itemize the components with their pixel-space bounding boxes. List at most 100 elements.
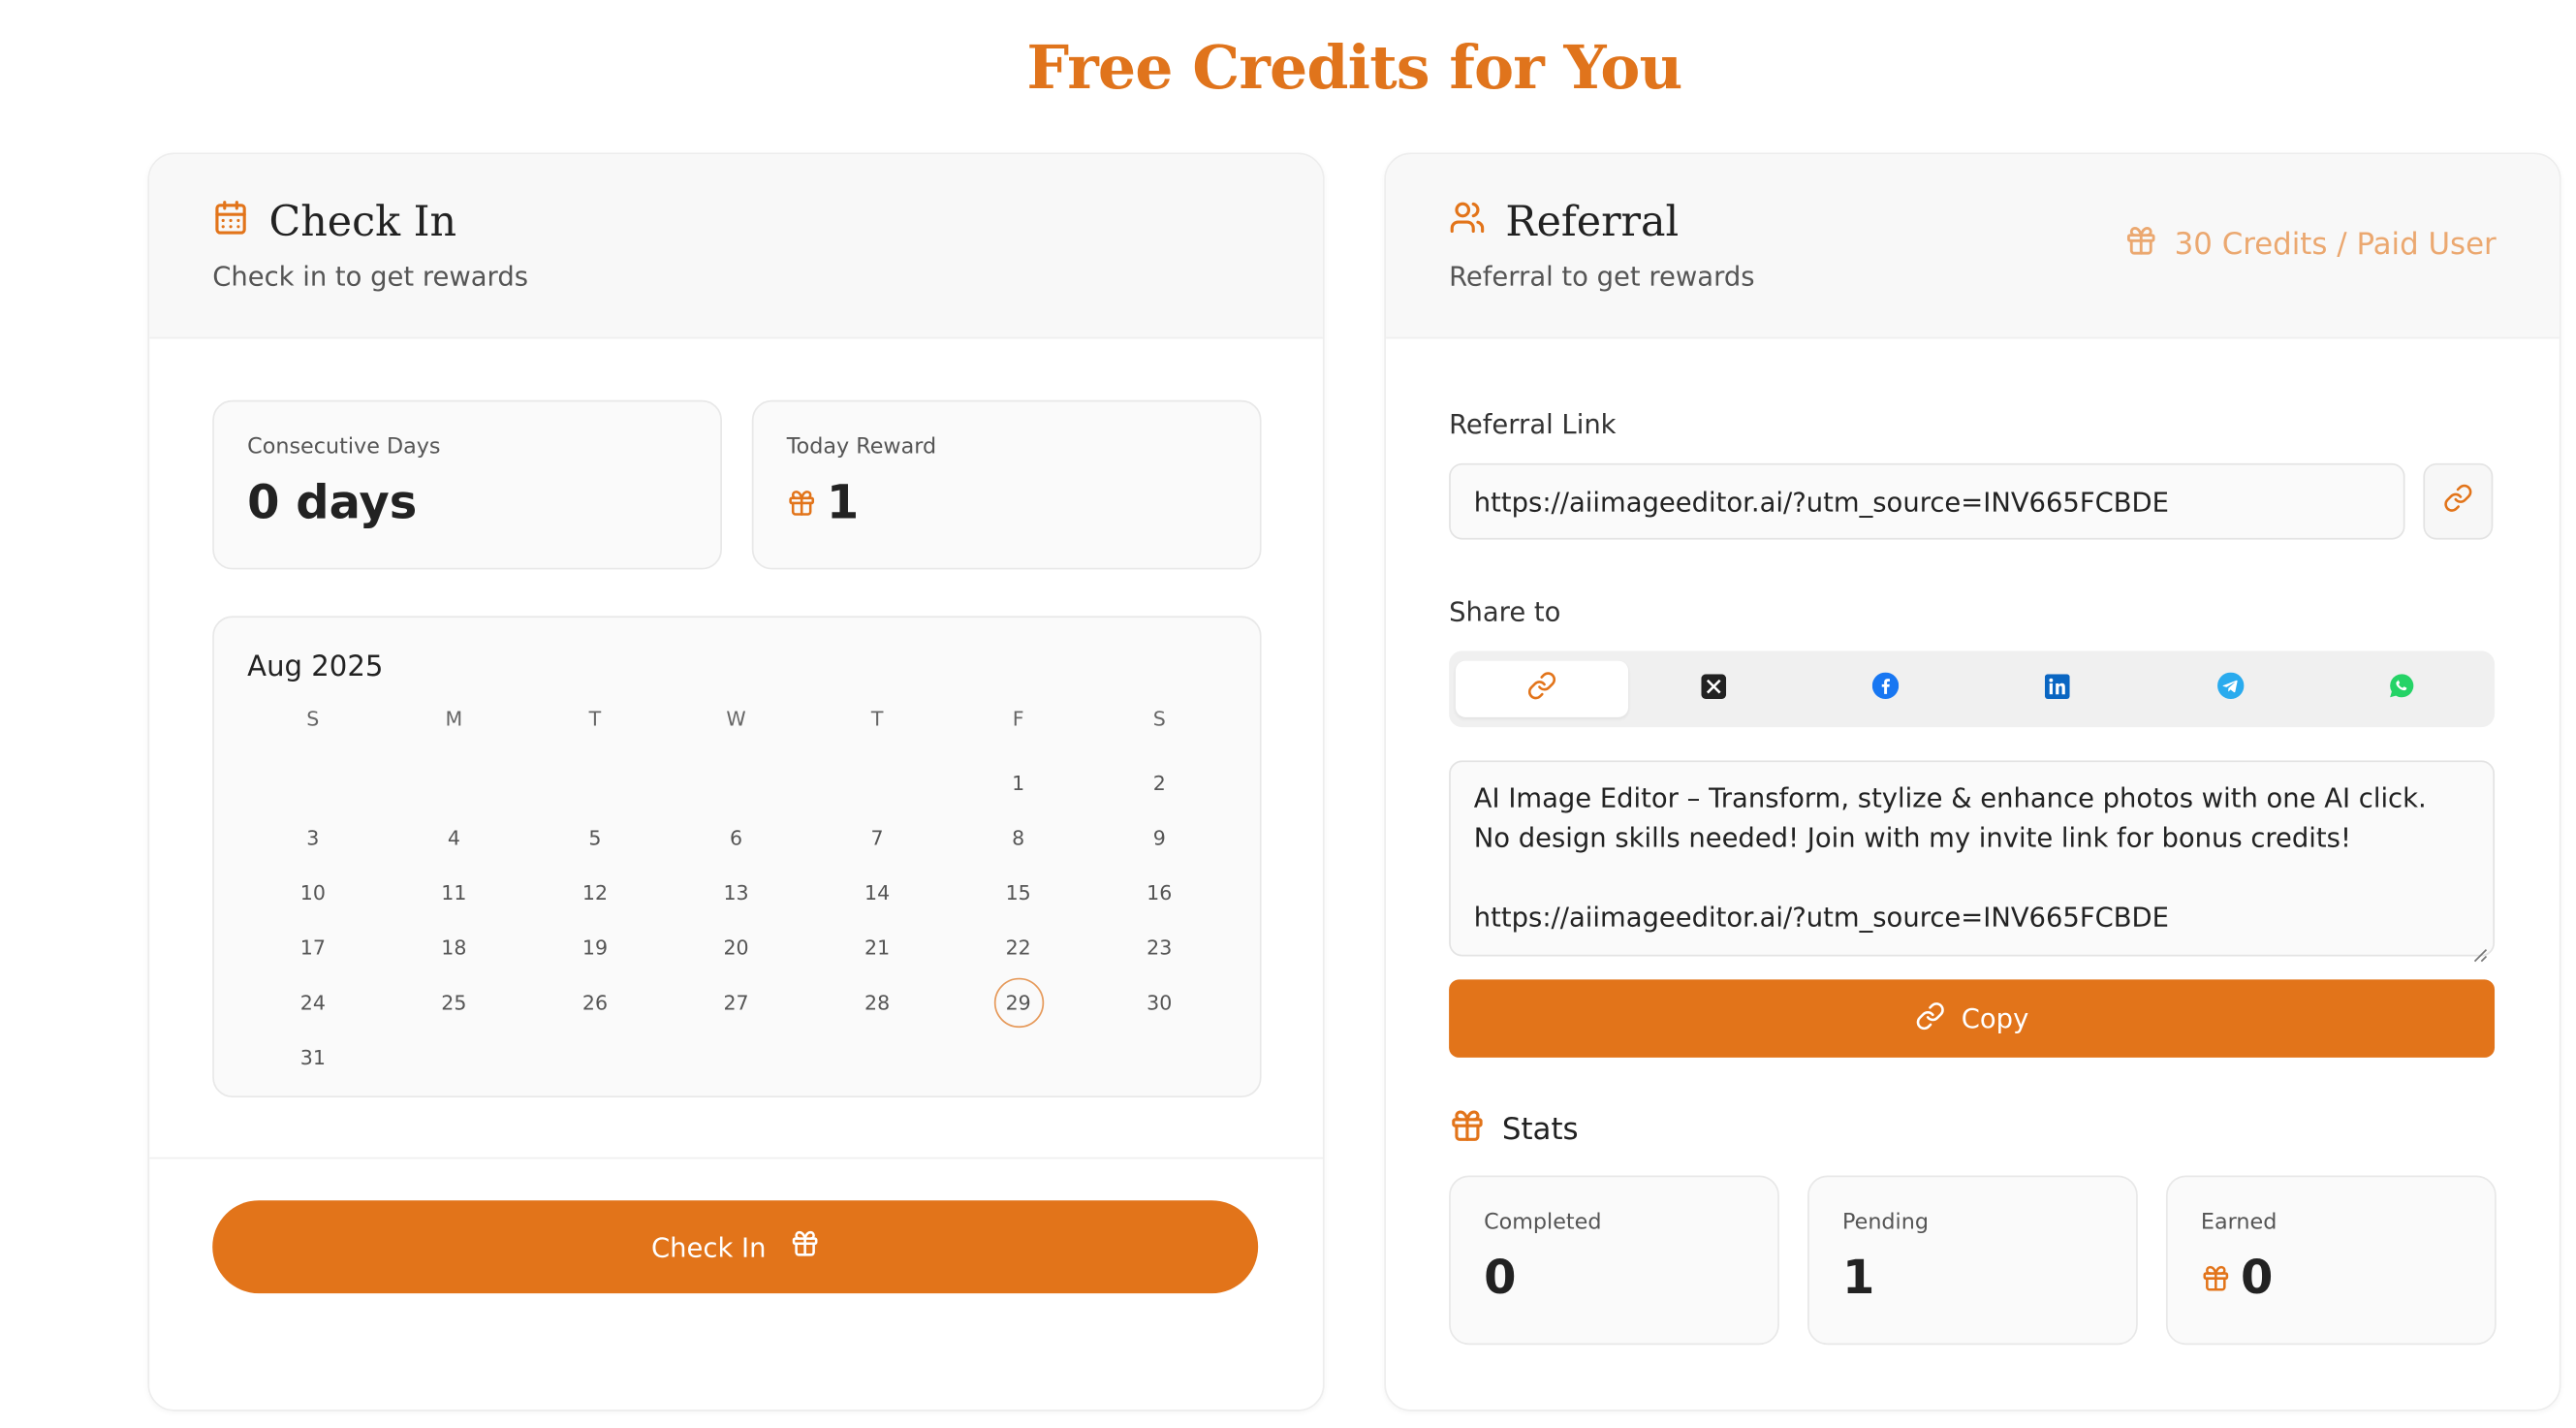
calendar-day: 5 <box>588 826 602 849</box>
calendar-day: 4 <box>447 826 460 849</box>
calendar-weekday: S <box>1152 707 1166 731</box>
referral-link-label: Referral Link <box>1449 408 1617 440</box>
checkin-title: Check In <box>268 197 457 246</box>
gift-icon <box>787 475 817 530</box>
gift-icon <box>789 1228 819 1265</box>
calendar-weekday: M <box>445 707 463 731</box>
earned-label: Earned <box>2200 1210 2278 1236</box>
divider <box>149 1157 1323 1159</box>
calendar-day: 28 <box>864 990 891 1014</box>
calendar-day-today: 29 <box>948 974 1089 1030</box>
calendar-empty-cell <box>242 755 384 810</box>
calendar-weekday: W <box>726 707 746 731</box>
calendar: Aug 2025 S M T W T F S 1 2 3 4 5 6 7 8 9 10 11 12 13 14 15 16 1… <box>212 616 1262 1098</box>
referral-title: Referral <box>1505 197 1680 246</box>
calendar-day: 8 <box>1012 826 1025 849</box>
stats-heading: Stats <box>1449 1107 1579 1152</box>
gift-icon <box>2201 1251 2231 1306</box>
calendar-day: 16 <box>1147 880 1173 904</box>
telegram-icon <box>2216 672 2244 706</box>
share-tab-facebook[interactable] <box>1800 661 1972 717</box>
calendar-day: 31 <box>299 1045 326 1069</box>
checkin-card-header: Check In Check in to get rewards <box>149 154 1323 339</box>
checkin-card: Check In Check in to get rewards Consecu… <box>147 152 1325 1412</box>
pending-stat-box: Pending 1 <box>1807 1175 2138 1346</box>
calendar-day: 20 <box>723 936 749 960</box>
link-icon <box>2443 483 2473 520</box>
share-tab-telegram[interactable] <box>2144 661 2316 717</box>
calendar-day: 18 <box>441 936 467 960</box>
link-icon <box>1526 671 1556 708</box>
share-tab-whatsapp[interactable] <box>2316 661 2489 717</box>
today-reward-box: Today Reward 1 <box>751 399 1262 570</box>
credits-badge: 30 Credits / Paid User <box>2124 224 2497 266</box>
calendar-day: 25 <box>441 990 467 1014</box>
page-title: Free Credits for You <box>1026 33 1682 104</box>
today-reward-value: 1 <box>826 474 860 530</box>
calendar-day: 26 <box>581 990 609 1014</box>
share-tab-link[interactable] <box>1455 660 1628 717</box>
calendar-day: 14 <box>864 880 891 904</box>
pending-label: Pending <box>1841 1210 1929 1236</box>
gift-icon <box>2124 224 2157 266</box>
calendar-day: 9 <box>1152 826 1166 849</box>
referral-card-header: Referral Referral to get rewards 30 Cred… <box>1386 154 2560 339</box>
gift-icon <box>1449 1107 1486 1152</box>
calendar-grid: S M T W T F S 1 2 3 4 5 6 7 8 9 10 11 12 13 14 15 16 17 18 19 20 21… <box>242 701 1230 1085</box>
share-to-label: Share to <box>1449 595 1561 628</box>
stats-title: Stats <box>1501 1112 1579 1148</box>
calendar-day: 30 <box>1147 990 1173 1014</box>
calendar-weekday: T <box>588 707 602 731</box>
referral-link-input[interactable]: https://aiimageeditor.ai/?utm_source=INV… <box>1449 462 2405 540</box>
calendar-day: 17 <box>299 936 326 960</box>
calendar-day: 12 <box>581 880 609 904</box>
credits-badge-label: 30 Credits / Paid User <box>2174 227 2497 263</box>
consecutive-days-value: 0 days <box>247 474 418 530</box>
calendar-day: 22 <box>1005 936 1031 960</box>
calendar-day: 27 <box>723 990 749 1014</box>
pending-value: 1 <box>1841 1250 1875 1306</box>
x-icon <box>1701 673 1727 705</box>
calendar-empty-cell <box>524 755 666 810</box>
facebook-icon <box>1872 672 1900 706</box>
completed-stat-box: Completed 0 <box>1449 1175 1779 1346</box>
calendar-weekday: S <box>306 707 320 731</box>
share-message-textarea[interactable]: AI Image Editor – Transform, stylize & e… <box>1449 760 2496 957</box>
link-icon <box>1915 1000 1945 1037</box>
consecutive-days-box: Consecutive Days 0 days <box>212 399 722 570</box>
check-in-button[interactable]: Check In <box>212 1200 1259 1294</box>
calendar-weekday: T <box>870 707 884 731</box>
linkedin-icon <box>2045 673 2071 705</box>
calendar-empty-cell <box>806 755 948 810</box>
share-tab-linkedin[interactable] <box>1972 661 2145 717</box>
page: Free Credits for You Check In Check in t… <box>0 0 2576 1428</box>
copy-button[interactable]: Copy <box>1449 979 2496 1058</box>
calendar-day: 1 <box>1012 771 1025 795</box>
calendar-weekday: F <box>1012 707 1024 731</box>
whatsapp-icon <box>2389 673 2415 706</box>
check-in-button-label: Check In <box>651 1230 767 1263</box>
referral-card: Referral Referral to get rewards 30 Cred… <box>1384 152 2561 1412</box>
consecutive-days-label: Consecutive Days <box>247 434 441 460</box>
calendar-day: 13 <box>723 880 749 904</box>
completed-value: 0 <box>1484 1250 1517 1306</box>
calendar-day: 15 <box>1005 880 1031 904</box>
calendar-day: 10 <box>299 880 326 904</box>
calendar-day: 3 <box>306 826 320 849</box>
earned-stat-box: Earned 0 <box>2165 1175 2497 1346</box>
calendar-day: 23 <box>1147 936 1173 960</box>
calendar-day: 7 <box>870 826 884 849</box>
calendar-day: 24 <box>299 990 326 1014</box>
share-tabs <box>1449 651 2496 728</box>
calendar-month: Aug 2025 <box>247 651 384 684</box>
resize-handle-icon[interactable] <box>2473 938 2488 963</box>
calendar-empty-cell <box>384 755 525 810</box>
calendar-day: 11 <box>441 880 467 904</box>
copy-link-button[interactable] <box>2423 462 2494 540</box>
today-reward-label: Today Reward <box>786 434 937 460</box>
calendar-day: 6 <box>729 826 743 849</box>
referral-subtitle: Referral to get rewards <box>1449 260 1755 293</box>
share-tab-x[interactable] <box>1627 661 1800 717</box>
calendar-icon <box>212 198 249 246</box>
calendar-empty-cell <box>666 755 807 810</box>
